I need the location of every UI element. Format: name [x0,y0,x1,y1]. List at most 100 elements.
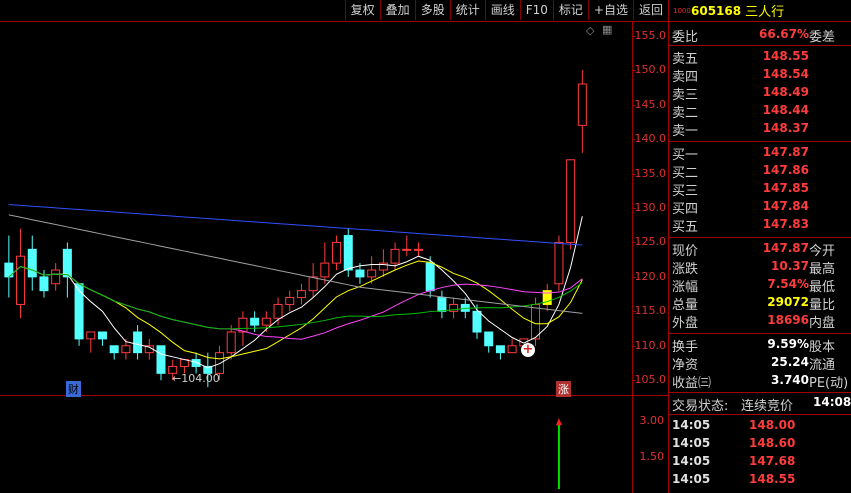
price-tick: 105.0 [634,373,667,387]
trade-row: 14:05 148.00 [669,416,851,434]
candle-body [121,345,131,354]
sell-level-value: 148.54 [762,67,809,81]
weidiff-label: 委差 [809,30,836,45]
candle-body [109,345,119,354]
fund-label: 净资 [672,358,699,373]
fund-label: 收益㈢ [672,376,712,391]
stock-name[interactable]: 三人行 [745,1,784,20]
price-tick-mark [632,104,636,106]
trade-price: 148.60 [749,436,796,450]
price-tick-mark [632,380,636,382]
zhang-badge[interactable]: 涨 [556,381,571,397]
candle-body [74,283,84,340]
candle-body [425,262,435,292]
candle-body [343,235,353,271]
quote-value: 18696 [767,313,809,327]
candle-body [39,276,49,292]
price-tick-mark [632,173,636,175]
price-tick: 115.0 [634,304,667,318]
candle-body [402,248,412,251]
candle-body [507,345,517,354]
sell-level-row[interactable]: 卖三 148.49 [669,84,851,103]
buy-level-label: 买一 [672,148,699,163]
quote-label2: 量比 [809,298,836,313]
trade-price: 148.00 [749,418,796,432]
toolbar-button-5[interactable]: F10 [519,0,553,20]
quote-row[interactable]: 涨幅 7.54% 最低 [669,276,851,295]
price-tick-mark [632,276,636,278]
quote-value: 147.87 [762,241,809,255]
buy-level-value: 147.83 [762,217,809,231]
candle-body [332,241,342,264]
stock-code[interactable]: 605168 [691,4,741,18]
sell-level-row[interactable]: 卖一 148.37 [669,120,851,139]
candle-body [238,317,248,333]
candlestick-chart[interactable] [0,22,632,394]
fund-row[interactable]: 净资 25.24 流通 [669,354,851,373]
toolbar-button-4[interactable]: 画线 [484,0,520,20]
quote-panel: 1000 605168 三人行 委比 66.67% 委差 卖五 148.55 卖四 1… [669,0,851,493]
weibi-row: 委比 66.67% 委差 [669,26,851,45]
trade-row: 14:05 148.55 [669,470,851,488]
trade-row: 14:05 148.60 [669,434,851,452]
diamond-icon[interactable]: ◇ [586,24,594,37]
candle-body [133,331,143,354]
quote-row[interactable]: 涨跌 10.37 最高 [669,258,851,277]
buy-level-label: 买二 [672,166,699,181]
candle-body [261,317,271,326]
candle-body [226,331,236,354]
moving-average-line [8,214,583,314]
trade-time: 14:05 [672,454,711,468]
divider [669,414,851,415]
divider [669,237,851,238]
expand-icon[interactable]: ▦ [602,23,612,36]
toolbar-button-8[interactable]: 返回 [632,0,668,20]
price-tick: 130.0 [634,201,667,214]
quote-row[interactable]: 外盘 18696 内盘 [669,312,851,331]
toolbar-button-2[interactable]: 多股 [414,0,450,20]
candle-body [191,359,201,367]
candle-body [250,317,260,326]
toolbar-button-1[interactable]: 叠加 [379,0,415,20]
fund-row[interactable]: 换手 9.59% 股本 [669,336,851,355]
sell-level-label: 卖三 [672,88,699,103]
price-tick: 135.0 [634,166,667,180]
buy-level-label: 买四 [672,202,699,217]
trade-time: 14:05 [672,418,711,432]
quote-row[interactable]: 现价 147.87 今开 [669,240,851,259]
candle-body [296,290,306,299]
candle-body [16,255,26,305]
candle-body [355,269,365,278]
fund-row[interactable]: 收益㈢ 3.740 PE(动) [669,372,851,391]
buy-level-row[interactable]: 买四 147.84 [669,198,851,217]
toolbar-button-7[interactable]: +自选 [587,0,633,20]
cai-badge[interactable]: 财 [66,381,81,397]
volume-chart[interactable] [0,397,632,493]
candle-body [285,297,295,305]
quote-label: 总量 [672,298,699,313]
buy-level-row[interactable]: 买一 147.87 [669,144,851,163]
sell-level-label: 卖四 [672,70,699,85]
quote-row[interactable]: 总量 29072 量比 [669,294,851,313]
toolbar-button-3[interactable]: 统计 [449,0,485,20]
buy-level-row[interactable]: 买二 147.86 [669,162,851,181]
buy-level-row[interactable]: 买五 147.83 [669,216,851,235]
volume-tick: 1.50 [639,450,665,463]
toolbar-button-0[interactable]: 复权 [344,0,380,20]
sell-level-row[interactable]: 卖二 148.44 [669,102,851,121]
buy-level-value: 147.85 [762,181,809,195]
stock-badge: 1000 [673,6,691,15]
add-icon[interactable]: + [521,343,535,357]
quote-label: 涨幅 [672,280,699,295]
toolbar-button-6[interactable]: 标记 [552,0,588,20]
price-tick: 145.0 [634,97,667,111]
fund-label2: PE(动) [809,376,849,391]
price-tick-mark [632,242,636,244]
buy-level-row[interactable]: 买三 147.85 [669,180,851,199]
fund-label2: 流通 [809,358,836,373]
sell-level-row[interactable]: 卖五 148.55 [669,48,851,67]
candle-body [531,303,541,340]
candle-body [577,83,587,126]
price-tick-mark [632,311,636,313]
sell-level-row[interactable]: 卖四 148.54 [669,66,851,85]
